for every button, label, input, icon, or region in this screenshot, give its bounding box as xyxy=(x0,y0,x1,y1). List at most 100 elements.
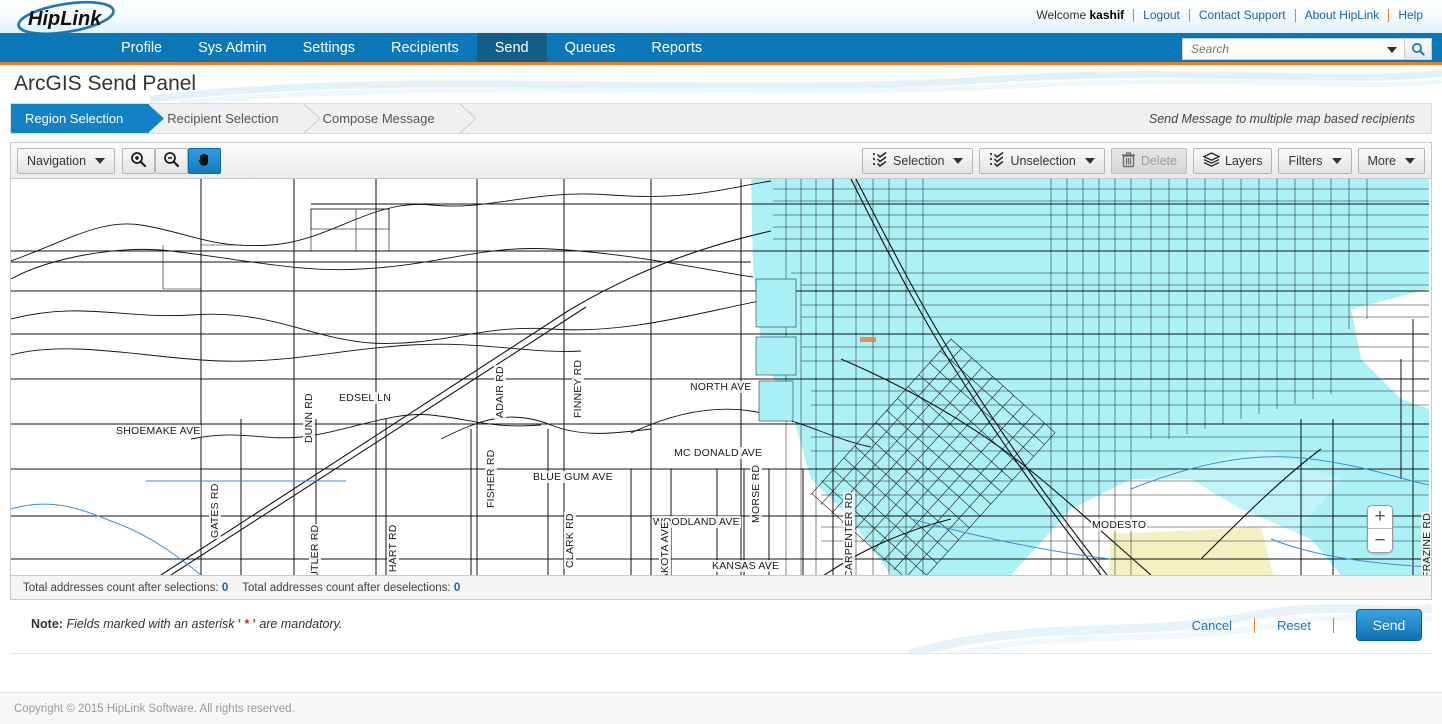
chevron-right-icon xyxy=(303,104,320,133)
map-label: NORTH AVE xyxy=(689,381,753,393)
nav-item-reports[interactable]: Reports xyxy=(633,33,720,62)
navigation-dropdown[interactable]: Navigation xyxy=(17,147,116,174)
note-action-bar: Note: Fields marked with an asterisk ' *… xyxy=(10,600,1432,654)
zoom-out-button[interactable] xyxy=(155,147,189,174)
welcome-username: kashif xyxy=(1089,8,1125,22)
filters-label: Filters xyxy=(1288,154,1323,168)
map-label: DUNN RD xyxy=(303,392,315,444)
map-label: FINNEY RD xyxy=(572,358,584,419)
map-label: FRAZINE RD xyxy=(1421,512,1431,575)
welcome-prefix: Welcome xyxy=(1036,8,1087,22)
search-area xyxy=(1182,38,1432,60)
map-label: BUTLER RD xyxy=(309,523,321,575)
step-region-selection[interactable]: Region Selection xyxy=(11,104,165,133)
nav-item-recipients[interactable]: Recipients xyxy=(373,33,477,62)
divider xyxy=(1333,617,1334,633)
note-prefix: Note: xyxy=(31,617,63,631)
step-label: Recipient Selection xyxy=(167,111,279,126)
trash-icon xyxy=(1121,151,1136,171)
svg-text:HipLink: HipLink xyxy=(28,8,102,30)
page-footer: Copyright © 2015 HipLink Software. All r… xyxy=(0,692,1442,724)
contact-support-link[interactable]: Contact Support xyxy=(1190,8,1295,22)
step-label: Region Selection xyxy=(25,111,124,126)
zoom-out-icon xyxy=(163,151,180,171)
asterisk-marker: ' * ' xyxy=(238,617,256,631)
step-recipient-selection[interactable]: Recipient Selection xyxy=(149,104,320,133)
chevron-down-icon xyxy=(1331,158,1342,164)
selections-value: 0 xyxy=(221,581,229,594)
deselections-value: 0 xyxy=(453,581,461,594)
selections-label: Total addresses count after selections: xyxy=(23,581,219,594)
unselection-dropdown[interactable]: Unselection xyxy=(979,148,1105,174)
app-header: HipLink Welcome kashif Logout Contact Su… xyxy=(0,0,1442,36)
filters-dropdown[interactable]: Filters xyxy=(1278,148,1352,174)
note-text-before: Fields marked with an asterisk xyxy=(66,617,235,631)
toolbar-right-group: Selection Unselection Delete Layers Filt… xyxy=(862,148,1425,174)
panel-caption: Send Message to multiple map based recip… xyxy=(1148,111,1415,126)
search-input[interactable] xyxy=(1189,40,1384,58)
mandatory-note: Note: Fields marked with an asterisk ' *… xyxy=(31,617,342,631)
more-dropdown[interactable]: More xyxy=(1357,148,1425,174)
toolbar-left-group: Navigation xyxy=(17,147,222,174)
unselection-list-icon xyxy=(989,151,1005,170)
note-text-after: are mandatory. xyxy=(259,617,343,631)
map-label: KANSAS AVE xyxy=(711,560,781,572)
logout-link[interactable]: Logout xyxy=(1134,8,1189,22)
map-zoom-control[interactable]: + − xyxy=(1367,505,1393,553)
map-label: MC DONALD AVE xyxy=(673,447,764,459)
layers-icon xyxy=(1202,152,1221,170)
navigation-label: Navigation xyxy=(27,153,87,168)
wizard-steps: Region Selection Recipient Selection Com… xyxy=(10,103,1432,134)
delete-button[interactable]: Delete xyxy=(1110,148,1187,174)
map-label: CLARK RD xyxy=(564,512,576,569)
nav-item-settings[interactable]: Settings xyxy=(285,33,373,62)
map-zoom-out-button[interactable]: − xyxy=(1368,529,1392,552)
send-button[interactable]: Send xyxy=(1356,609,1422,641)
selections-count: Total addresses count after selections: … xyxy=(23,582,228,594)
map-canvas[interactable]: EDSEL LN NORTH AVE SHOEMAKE AVE MC DONALD A… xyxy=(11,179,1431,575)
deselections-label: Total addresses count after deselections… xyxy=(242,581,451,594)
chevron-right-icon xyxy=(148,104,165,133)
map-label: EDSEL LN xyxy=(338,392,392,404)
page-title-bar: ArcGIS Send Panel xyxy=(0,65,1442,103)
layers-button[interactable]: Layers xyxy=(1192,148,1273,174)
map-label: CARPENTER RD xyxy=(843,491,855,575)
search-icon xyxy=(1411,42,1425,56)
delete-label: Delete xyxy=(1140,154,1177,168)
map-panel: Navigation Selection Unselection Delete … xyxy=(10,142,1432,600)
nav-item-sys-admin[interactable]: Sys Admin xyxy=(180,33,285,62)
help-link[interactable]: Help xyxy=(1389,8,1432,22)
map-label: SHOEMAKE AVE xyxy=(115,425,202,437)
page-title: ArcGIS Send Panel xyxy=(14,72,197,95)
chevron-down-icon xyxy=(1084,158,1095,164)
more-label: More xyxy=(1367,154,1396,168)
search-button[interactable] xyxy=(1404,38,1432,60)
main-navigation: Profile Sys Admin Settings Recipients Se… xyxy=(0,33,1442,65)
hand-pan-icon xyxy=(196,151,213,171)
map-label: FISHER RD xyxy=(485,448,497,509)
chevron-right-icon xyxy=(459,104,476,133)
nav-item-send[interactable]: Send xyxy=(476,33,547,62)
map-label: GATES RD xyxy=(209,482,221,539)
search-box[interactable] xyxy=(1182,38,1404,60)
about-hiplink-link[interactable]: About HipLink xyxy=(1296,8,1389,22)
pan-button[interactable] xyxy=(188,147,222,174)
map-zoom-in-button[interactable]: + xyxy=(1368,506,1392,529)
map-status-bar: Total addresses count after selections: … xyxy=(11,575,1431,599)
chevron-down-icon[interactable] xyxy=(1387,47,1397,53)
selection-list-icon xyxy=(872,151,888,170)
header-links: Welcome kashif Logout Contact Support Ab… xyxy=(1036,8,1432,22)
nav-item-queues[interactable]: Queues xyxy=(547,33,634,62)
map-label: ADAIR RD xyxy=(494,365,506,419)
zoom-in-button[interactable] xyxy=(122,147,156,174)
cancel-button[interactable]: Cancel xyxy=(1170,618,1254,633)
nav-item-profile[interactable]: Profile xyxy=(103,33,180,62)
copyright-text: Copyright © 2015 HipLink Software. All r… xyxy=(14,702,295,715)
step-compose-message[interactable]: Compose Message xyxy=(305,104,476,133)
unselection-label: Unselection xyxy=(1010,154,1076,168)
map-label: BLUE GUM AVE xyxy=(532,471,614,483)
reset-button[interactable]: Reset xyxy=(1255,618,1333,633)
map-label: DAKOTA AVE xyxy=(659,520,671,575)
selection-dropdown[interactable]: Selection xyxy=(862,148,974,174)
